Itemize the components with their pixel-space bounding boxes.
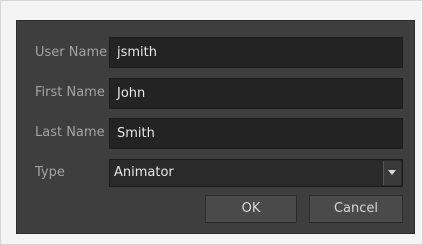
last-name-field[interactable]: Smith	[109, 118, 403, 149]
type-select-dropdown-button[interactable]	[383, 161, 401, 185]
chevron-down-icon	[388, 170, 396, 175]
ok-button[interactable]: OK	[205, 195, 297, 223]
screenshot-frame: User Name jsmith First Name John Last Na…	[0, 0, 423, 245]
cancel-button[interactable]: Cancel	[309, 195, 403, 223]
user-dialog: User Name jsmith First Name John Last Na…	[16, 20, 415, 234]
last-name-label: Last Name	[35, 125, 105, 140]
type-select-value: Animator	[114, 165, 174, 180]
type-select[interactable]: Animator	[109, 159, 403, 187]
user-name-label: User Name	[35, 45, 108, 60]
first-name-field[interactable]: John	[109, 78, 403, 109]
user-name-field[interactable]: jsmith	[109, 37, 403, 68]
type-label: Type	[35, 165, 65, 180]
first-name-label: First Name	[35, 85, 105, 100]
